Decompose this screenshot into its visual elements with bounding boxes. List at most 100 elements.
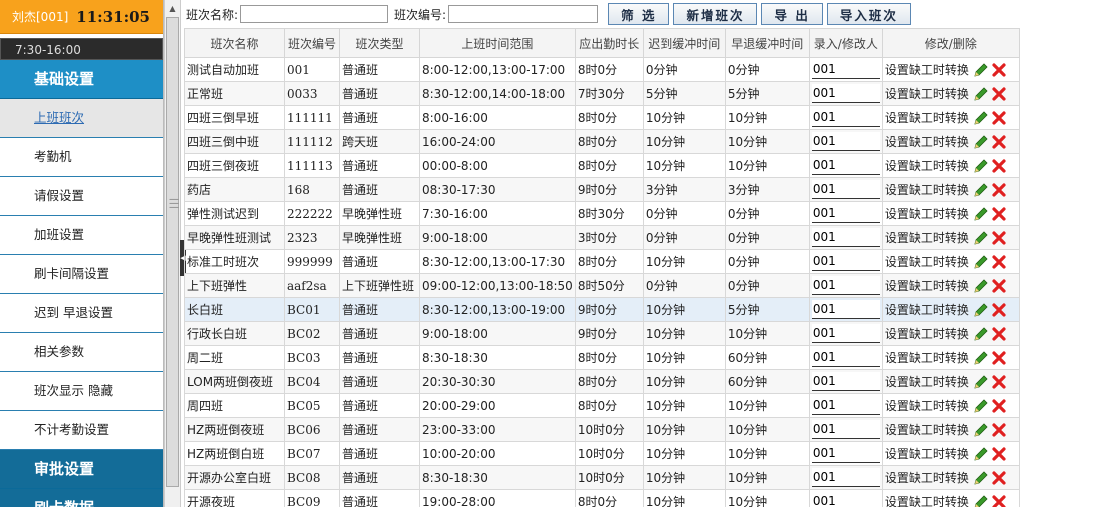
delete-x-icon[interactable] [991,398,1007,414]
edit-pencil-icon[interactable] [973,374,989,390]
editor-input[interactable] [811,276,880,295]
edit-pencil-icon[interactable] [973,326,989,342]
edit-pencil-icon[interactable] [973,422,989,438]
set-absence-conversion-link[interactable]: 设置缺工时转换 [885,445,969,462]
table-row[interactable]: 四班三倒早班111111普通班8:00-16:008时0分10分钟10分钟设置缺… [184,105,1020,130]
delete-x-icon[interactable] [991,278,1007,294]
shift-name-input[interactable] [240,5,389,23]
editor-input[interactable] [811,252,880,271]
set-absence-conversion-link[interactable]: 设置缺工时转换 [885,469,969,486]
sidebar-item[interactable]: 考勤机 [0,138,163,177]
delete-x-icon[interactable] [991,326,1007,342]
delete-x-icon[interactable] [991,134,1007,150]
set-absence-conversion-link[interactable]: 设置缺工时转换 [885,205,969,222]
sidebar-item[interactable]: 相关参数 [0,333,163,372]
import-shift-button[interactable]: 导入班次 [826,3,911,25]
set-absence-conversion-link[interactable]: 设置缺工时转换 [885,157,969,174]
edit-pencil-icon[interactable] [973,446,989,462]
delete-x-icon[interactable] [991,182,1007,198]
editor-input[interactable] [811,324,880,343]
set-absence-conversion-link[interactable]: 设置缺工时转换 [885,277,969,294]
table-row[interactable]: HZ两班倒白班BC07普通班10:00-20:0010时0分10分钟10分钟设置… [184,441,1020,466]
sidebar-item[interactable]: 上班班次 [0,99,163,138]
menu-header-card-data[interactable]: 刷卡数据 [0,489,163,507]
set-absence-conversion-link[interactable]: 设置缺工时转换 [885,85,969,102]
edit-pencil-icon[interactable] [973,230,989,246]
editor-input[interactable] [811,108,880,127]
set-absence-conversion-link[interactable]: 设置缺工时转换 [885,349,969,366]
sidebar-item[interactable]: 班次显示 隐藏 [0,372,163,411]
table-row[interactable]: HZ两班倒夜班BC06普通班23:00-33:0010时0分10分钟10分钟设置… [184,417,1020,442]
set-absence-conversion-link[interactable]: 设置缺工时转换 [885,397,969,414]
editor-input[interactable] [811,180,880,199]
delete-x-icon[interactable] [991,86,1007,102]
edit-pencil-icon[interactable] [973,398,989,414]
delete-x-icon[interactable] [991,350,1007,366]
editor-input[interactable] [811,300,880,319]
set-absence-conversion-link[interactable]: 设置缺工时转换 [885,109,969,126]
editor-input[interactable] [811,132,880,151]
scroll-thumb[interactable]: — — — [166,17,179,487]
edit-pencil-icon[interactable] [973,86,989,102]
set-absence-conversion-link[interactable]: 设置缺工时转换 [885,325,969,342]
menu-header-approval-settings[interactable]: 审批设置 [0,450,163,489]
edit-pencil-icon[interactable] [973,134,989,150]
delete-x-icon[interactable] [991,422,1007,438]
sidebar-scrollbar[interactable]: ▲ — — — [164,0,181,507]
delete-x-icon[interactable] [991,206,1007,222]
table-row[interactable]: 上下班弹性 aaf2sa 上下班弹性班 09:00-12:00,13:00-18:50… [184,273,1020,298]
filter-button[interactable]: 筛 选 [608,3,670,25]
editor-input[interactable] [811,444,880,463]
menu-header-basic-settings[interactable]: 基础设置 [0,60,163,99]
add-shift-button[interactable]: 新增班次 [673,3,758,25]
export-button[interactable]: 导 出 [761,3,823,25]
set-absence-conversion-link[interactable]: 设置缺工时转换 [885,253,969,270]
editor-input[interactable] [811,372,880,391]
table-row[interactable]: 开源夜班BC09普通班19:00-28:008时0分10分钟10分钟设置缺工时转… [184,489,1020,507]
set-absence-conversion-link[interactable]: 设置缺工时转换 [885,61,969,78]
sidebar-item[interactable]: 请假设置 [0,177,163,216]
delete-x-icon[interactable] [991,446,1007,462]
table-row[interactable]: 早晚弹性班测试2323早晚弹性班9:00-18:003时0分0分钟0分钟设置缺工… [184,225,1020,250]
edit-pencil-icon[interactable] [973,350,989,366]
table-row[interactable]: 行政长白班BC02普通班9:00-18:009时0分10分钟10分钟设置缺工时转… [184,321,1020,346]
edit-pencil-icon[interactable] [973,182,989,198]
delete-x-icon[interactable] [991,62,1007,78]
scroll-up-arrow-icon[interactable]: ▲ [165,0,180,17]
editor-input[interactable] [811,492,880,507]
delete-x-icon[interactable] [991,110,1007,126]
editor-input[interactable] [811,204,880,223]
edit-pencil-icon[interactable] [973,158,989,174]
shift-code-input[interactable] [448,5,599,23]
table-row[interactable]: LOM两班倒夜班BC04普通班20:30-30:308时0分10分钟60分钟 设置… [184,369,1020,394]
table-row[interactable]: 长白班 BC01 普通班 8:30-12:00,13:00-19:00 9时0分 10分钟… [184,297,1020,322]
table-row[interactable]: 药店168普通班08:30-17:309时0分3分钟3分钟设置缺工时转换 [184,177,1020,202]
table-row[interactable]: 标准工时班次 999999 普通班 8:30-12:00,13:00-17:30 8时0… [184,249,1020,274]
edit-pencil-icon[interactable] [973,278,989,294]
editor-input[interactable] [811,228,880,247]
table-row[interactable]: 四班三倒夜班111113普通班00:00-8:008时0分10分钟10分钟设置缺… [184,153,1020,178]
edit-pencil-icon[interactable] [973,206,989,222]
set-absence-conversion-link[interactable]: 设置缺工时转换 [885,133,969,150]
table-row[interactable]: 正常班 0033 普通班 8:30-12:00,14:00-18:00 7时30分 5分钟… [184,81,1020,106]
sidebar-item[interactable]: 刷卡间隔设置 [0,255,163,294]
table-row[interactable]: 开源办公室白班BC08普通班8:30-18:3010时0分10分钟10分钟设置缺… [184,465,1020,490]
table-row[interactable]: 四班三倒中班111112跨天班16:00-24:008时0分10分钟10分钟设置… [184,129,1020,154]
sidebar-item[interactable]: 加班设置 [0,216,163,255]
edit-pencil-icon[interactable] [973,62,989,78]
delete-x-icon[interactable] [991,254,1007,270]
delete-x-icon[interactable] [991,230,1007,246]
edit-pencil-icon[interactable] [973,494,989,507]
sidebar-item[interactable]: 不计考勤设置 [0,411,163,450]
editor-input[interactable] [811,468,880,487]
set-absence-conversion-link[interactable]: 设置缺工时转换 [885,493,969,507]
edit-pencil-icon[interactable] [973,470,989,486]
set-absence-conversion-link[interactable]: 设置缺工时转换 [885,421,969,438]
editor-input[interactable] [811,396,880,415]
delete-x-icon[interactable] [991,302,1007,318]
table-row[interactable]: 测试自动加班 001 普通班 8:00-12:00,13:00-17:00 8时0分 0分… [184,57,1020,82]
edit-pencil-icon[interactable] [973,254,989,270]
editor-input[interactable] [811,156,880,175]
editor-input[interactable] [811,84,880,103]
delete-x-icon[interactable] [991,374,1007,390]
